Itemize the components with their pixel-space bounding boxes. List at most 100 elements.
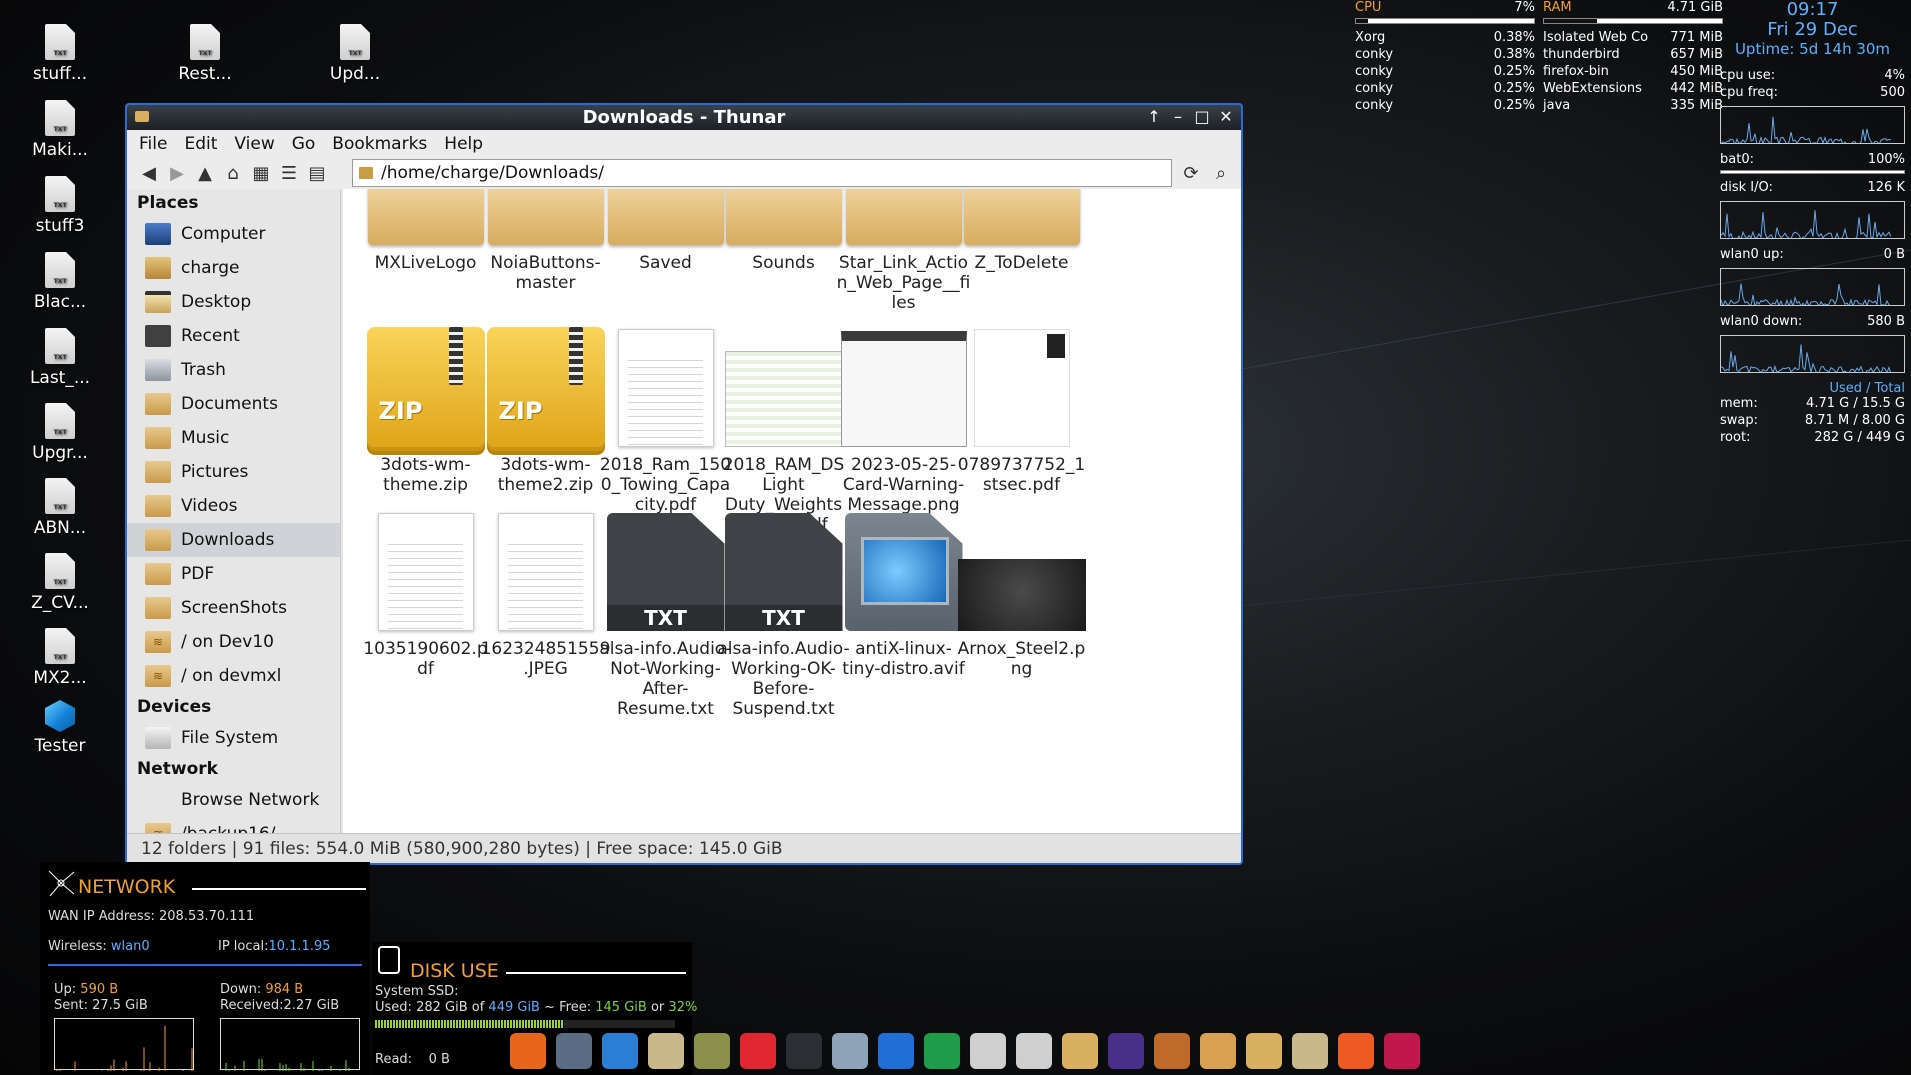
sidebar-item-on-devmxl[interactable]: ≋ / on devmxl — [127, 659, 340, 693]
file-icon-view[interactable]: MXLiveLogo NoiaButtons- master Saved Sounds… — [343, 189, 1241, 839]
desktop-icon-label: Tester — [34, 736, 86, 756]
docs-icon[interactable] — [970, 1033, 1006, 1069]
sidebar-item-on-dev10[interactable]: ≋ / on Dev10 — [127, 625, 340, 659]
search-icon[interactable]: ⌕ — [1207, 159, 1235, 187]
terminal-icon[interactable] — [786, 1033, 822, 1069]
cube-icon — [45, 700, 75, 732]
calc-icon[interactable] — [924, 1033, 960, 1069]
sidebar-item-downloads[interactable]: Downloads — [127, 523, 340, 557]
process-value: 771 MiB — [1670, 30, 1723, 45]
mx-icon[interactable] — [740, 1033, 776, 1069]
folder-thumbnail-icon — [607, 189, 724, 245]
sidebar-item-pictures[interactable]: Pictures — [127, 455, 340, 489]
file-item[interactable]: Z_ToDelete — [949, 189, 1094, 273]
sidebar-item-recent[interactable]: Recent — [127, 319, 340, 353]
cpu-process-row: conky 0.25% — [1355, 81, 1535, 98]
app-icon[interactable] — [1154, 1033, 1190, 1069]
process-value: 450 MiB — [1670, 64, 1723, 79]
process-name: Isolated Web Co — [1543, 30, 1649, 45]
desktop-icon-label: Last_... — [29, 368, 91, 388]
process-name: conky — [1355, 81, 1394, 96]
clock-date: Fri 29 Dec — [1767, 19, 1858, 40]
icon-view-icon[interactable]: ▦ — [247, 159, 275, 187]
firefox-icon[interactable] — [510, 1033, 546, 1069]
sidebar-item-pdf[interactable]: PDF — [127, 557, 340, 591]
menu-help[interactable]: Help — [444, 134, 483, 154]
chat-icon[interactable] — [602, 1033, 638, 1069]
maximize-button[interactable]: □ — [1191, 106, 1213, 128]
thunar-window[interactable]: Downloads - Thunar ↑ – □ ✕ File Edit Vie… — [125, 103, 1243, 865]
folder-open-icon[interactable] — [1246, 1033, 1282, 1069]
folder-icon[interactable] — [1062, 1033, 1098, 1069]
archive-icon[interactable] — [648, 1033, 684, 1069]
ram-process-row: java 335 MiB — [1543, 98, 1723, 115]
up-icon[interactable]: ▲ — [191, 159, 219, 187]
close-button[interactable]: ✕ — [1215, 106, 1237, 128]
home-icon[interactable]: ⌂ — [219, 159, 247, 187]
shade-button[interactable]: ↑ — [1143, 106, 1165, 128]
sidebar-item-computer[interactable]: Computer — [127, 217, 340, 251]
reload-icon[interactable]: ⟳ — [1177, 159, 1205, 187]
sidebar-item-videos[interactable]: Videos — [127, 489, 340, 523]
docs2-icon[interactable] — [1016, 1033, 1052, 1069]
brave-icon[interactable] — [1338, 1033, 1374, 1069]
home-folder-icon[interactable] — [1200, 1033, 1236, 1069]
sidebar-item-label: / on devmxl — [181, 666, 282, 686]
compact-view-icon[interactable]: ▤ — [303, 159, 331, 187]
wlan-up-value: 0 B — [1883, 247, 1905, 262]
desktop-icon[interactable]: stuff3 — [0, 176, 120, 236]
desktop-icon-label: stuff3 — [35, 216, 85, 236]
desktop-icon[interactable]: Upd... — [295, 24, 415, 84]
menu-edit[interactable]: Edit — [184, 134, 217, 154]
photos-icon[interactable] — [1108, 1033, 1144, 1069]
upload-graph — [54, 1018, 194, 1071]
desktop-icon[interactable]: Last_... — [0, 328, 120, 388]
desktop-icon[interactable]: MX2... — [0, 628, 120, 688]
back-icon[interactable]: ◀ — [135, 159, 163, 187]
forward-icon[interactable]: ▶ — [163, 159, 191, 187]
sidebar-item-documents[interactable]: Documents — [127, 387, 340, 421]
desktop-icon[interactable]: stuff... — [0, 24, 120, 84]
down-value: 984 B — [265, 982, 304, 997]
sidebar-item-trash[interactable]: Trash — [127, 353, 340, 387]
drive-icon[interactable] — [1292, 1033, 1328, 1069]
process-name: Xorg — [1355, 30, 1386, 45]
sidebar-item-browse-network[interactable]: Browse Network — [127, 783, 340, 817]
editor-icon[interactable] — [832, 1033, 868, 1069]
menu-file[interactable]: File — [139, 134, 167, 154]
doc-thumbnail-icon — [617, 329, 714, 447]
gear-icon[interactable] — [556, 1033, 592, 1069]
received-label: Received: — [220, 998, 284, 1013]
file-item[interactable]: Arnox_Steel2.p ng — [949, 501, 1094, 679]
sidebar-item-desktop[interactable]: Desktop — [127, 285, 340, 319]
window-titlebar[interactable]: Downloads - Thunar ↑ – □ ✕ — [127, 105, 1241, 130]
sidebar-item-file-system[interactable]: File System — [127, 721, 340, 755]
sidebar-item-charge[interactable]: charge — [127, 251, 340, 285]
image-icon[interactable] — [694, 1033, 730, 1069]
desktop-icon[interactable]: Maki... — [0, 100, 120, 160]
ram-bar — [1543, 18, 1723, 24]
sidebar-item-music[interactable]: Music — [127, 421, 340, 455]
process-value: 335 MiB — [1670, 98, 1723, 113]
disk-io-label: disk I/O: — [1720, 180, 1773, 195]
menu-go[interactable]: Go — [292, 134, 316, 154]
desktop-icon[interactable]: Blac... — [0, 252, 120, 312]
desktop-icon[interactable]: Z_CV... — [0, 553, 120, 613]
minimize-button[interactable]: – — [1167, 106, 1189, 128]
process-value: 0.25% — [1493, 64, 1535, 79]
writer-icon[interactable] — [878, 1033, 914, 1069]
desktop-icon[interactable]: ABN... — [0, 478, 120, 538]
location-bar[interactable]: /home/charge/Downloads/ — [352, 159, 1172, 187]
file-item[interactable]: 0789737752_1 stsec.pdf — [949, 317, 1094, 495]
text-file-icon — [45, 176, 75, 212]
debian-icon[interactable] — [1384, 1033, 1420, 1069]
desktop-icon[interactable]: Upgr... — [0, 403, 120, 463]
desktop-icon[interactable]: Rest... — [145, 24, 265, 84]
toolbar: ◀ ▶ ▲ ⌂ ▦ ☰ ▤ /home/charge/Downloads/ ⟳ … — [127, 157, 1241, 189]
sidebar-item-screenshots[interactable]: ScreenShots — [127, 591, 340, 625]
location-text[interactable]: /home/charge/Downloads/ — [381, 163, 1171, 183]
list-view-icon[interactable]: ☰ — [275, 159, 303, 187]
menu-bookmarks[interactable]: Bookmarks — [332, 134, 427, 154]
menu-view[interactable]: View — [234, 134, 274, 154]
desktop-icon[interactable]: Tester — [0, 700, 120, 756]
